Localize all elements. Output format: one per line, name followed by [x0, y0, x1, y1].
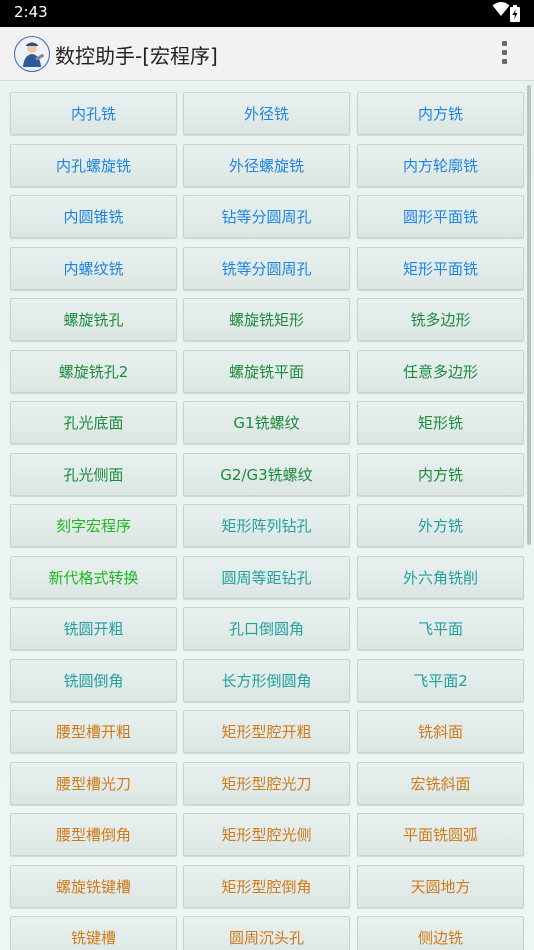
macro-button[interactable]: 钻等分圆周孔: [183, 195, 350, 238]
macro-button[interactable]: 内方铣: [357, 92, 524, 135]
macro-button[interactable]: 铣多边形: [357, 298, 524, 341]
macro-button[interactable]: 飞平面: [357, 607, 524, 650]
status-bar: 2:43: [0, 0, 534, 27]
macro-button[interactable]: 外六角铣削: [357, 555, 524, 599]
macro-button[interactable]: 螺旋铣矩形: [183, 298, 350, 341]
macro-button[interactable]: 螺旋铣孔2: [10, 349, 177, 393]
macro-button[interactable]: 平面铣圆弧: [357, 813, 524, 856]
button-row: 新代格式转换 圆周等距钻孔 外六角铣削: [10, 555, 524, 608]
macro-button[interactable]: 矩形平面铣: [357, 246, 524, 290]
battery-icon: [510, 5, 520, 22]
macro-button[interactable]: G1铣螺纹: [183, 401, 350, 444]
macro-button[interactable]: 内孔铣: [10, 92, 177, 135]
button-row: 腰型槽倒角 矩形型腔光侧 平面铣圆弧: [10, 813, 524, 865]
scrollbar[interactable]: [527, 85, 531, 545]
button-row: 内圆锥铣 钻等分圆周孔 圆形平面铣: [10, 195, 524, 247]
macro-button[interactable]: 腰型槽光刀: [10, 761, 177, 805]
macro-button[interactable]: 矩形型腔开粗: [183, 710, 350, 753]
button-row: 孔光侧面 G2/G3铣螺纹 内方铣: [10, 452, 524, 505]
button-row: 内孔铣 外径铣 内方铣: [10, 92, 524, 144]
button-row: 铣圆倒角 长方形倒圆角 飞平面2: [10, 658, 524, 711]
macro-button[interactable]: 圆形平面铣: [357, 195, 524, 238]
macro-button[interactable]: 铣斜面: [357, 710, 524, 753]
button-row: 孔光底面 G1铣螺纹 矩形铣: [10, 401, 524, 453]
macro-button[interactable]: 新代格式转换: [10, 555, 177, 599]
macro-button[interactable]: 铣键槽: [10, 916, 177, 950]
button-row: 螺旋铣孔2 螺旋铣平面 任意多边形: [10, 349, 524, 402]
macro-button[interactable]: 长方形倒圆角: [183, 658, 350, 702]
macro-button[interactable]: 螺旋铣键槽: [10, 864, 177, 908]
macro-program-list[interactable]: 内孔铣 外径铣 内方铣 内孔螺旋铣 外径螺旋铣 内方轮廓铣 内圆锥铣 钻等分圆周孔 圆形平面铣内…: [0, 81, 534, 950]
button-row: 螺旋铣孔 螺旋铣矩形 铣多边形: [10, 298, 524, 350]
macro-button[interactable]: 螺旋铣孔: [10, 298, 177, 341]
macro-button[interactable]: 刻字宏程序: [10, 504, 177, 547]
macro-button[interactable]: 腰型槽开粗: [10, 710, 177, 753]
macro-button[interactable]: 腰型槽倒角: [10, 813, 177, 856]
macro-button[interactable]: 矩形型腔倒角: [183, 864, 350, 908]
macro-button[interactable]: 内方铣: [357, 452, 524, 496]
macro-button[interactable]: 圆周沉头孔: [183, 916, 350, 950]
macro-button[interactable]: 侧边铣: [357, 916, 524, 950]
button-row: 螺旋铣键槽 矩形型腔倒角 天圆地方: [10, 864, 524, 917]
button-row: 铣键槽 圆周沉头孔 侧边铣: [10, 916, 524, 950]
button-row: 腰型槽光刀 矩形型腔光刀 宏铣斜面: [10, 761, 524, 814]
macro-button[interactable]: 任意多边形: [357, 349, 524, 393]
macro-button[interactable]: 内圆锥铣: [10, 195, 177, 238]
macro-button[interactable]: 铣等分圆周孔: [183, 246, 350, 290]
macro-button[interactable]: 圆周等距钻孔: [183, 555, 350, 599]
wifi-icon: [492, 2, 510, 16]
macro-button[interactable]: G2/G3铣螺纹: [183, 452, 350, 496]
macro-button[interactable]: 螺旋铣平面: [183, 349, 350, 393]
macro-button[interactable]: 宏铣斜面: [357, 761, 524, 805]
macro-button[interactable]: 矩形型腔光侧: [183, 813, 350, 856]
button-row: 内螺纹铣 铣等分圆周孔 矩形平面铣: [10, 246, 524, 299]
button-grid: 内孔铣 外径铣 内方铣 内孔螺旋铣 外径螺旋铣 内方轮廓铣 内圆锥铣 钻等分圆周孔 圆形平面铣内…: [10, 92, 524, 950]
macro-button[interactable]: 矩形型腔光刀: [183, 761, 350, 805]
macro-button[interactable]: 孔口倒圆角: [183, 607, 350, 650]
macro-button[interactable]: 内方轮廓铣: [357, 143, 524, 187]
macro-button[interactable]: 矩形铣: [357, 401, 524, 444]
macro-button[interactable]: 矩形阵列钻孔: [183, 504, 350, 547]
app-title: 数控助手-[宏程序]: [55, 44, 218, 68]
macro-button[interactable]: 孔光底面: [10, 401, 177, 444]
macro-button[interactable]: 外径螺旋铣: [183, 143, 350, 187]
macro-button[interactable]: 天圆地方: [357, 864, 524, 908]
macro-button[interactable]: 铣圆倒角: [10, 658, 177, 702]
app-logo: [14, 36, 50, 72]
macro-button[interactable]: 铣圆开粗: [10, 607, 177, 650]
macro-button[interactable]: 外方铣: [357, 504, 524, 547]
macro-button[interactable]: 外径铣: [183, 92, 350, 135]
overflow-menu-icon[interactable]: [500, 41, 508, 67]
app-bar: 数控助手-[宏程序]: [0, 27, 534, 81]
macro-button[interactable]: 孔光侧面: [10, 452, 177, 496]
status-time: 2:43: [14, 3, 48, 21]
macro-button[interactable]: 内孔螺旋铣: [10, 143, 177, 187]
button-row: 刻字宏程序 矩形阵列钻孔 外方铣: [10, 504, 524, 556]
mechanic-logo-icon: [16, 38, 48, 70]
macro-button[interactable]: 内螺纹铣: [10, 246, 177, 290]
button-row: 内孔螺旋铣 外径螺旋铣 内方轮廓铣: [10, 143, 524, 196]
button-row: 铣圆开粗 孔口倒圆角 飞平面: [10, 607, 524, 659]
macro-button[interactable]: 飞平面2: [357, 658, 524, 702]
button-row: 腰型槽开粗 矩形型腔开粗 铣斜面: [10, 710, 524, 762]
